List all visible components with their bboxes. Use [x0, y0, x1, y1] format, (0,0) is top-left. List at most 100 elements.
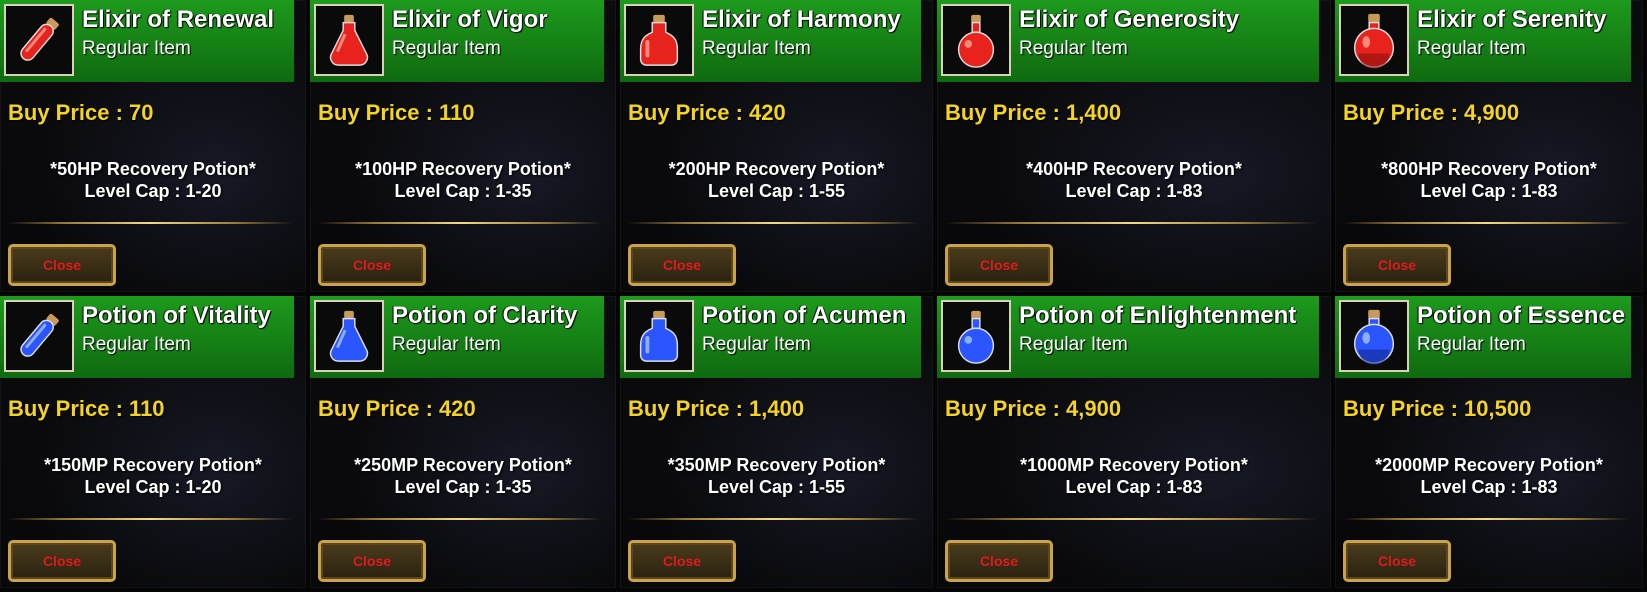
- buy-price: Buy Price : 4,900: [1343, 100, 1520, 125]
- recovery-text: *100HP Recovery Potion*: [355, 159, 571, 179]
- buy-price: Buy Price : 1,400: [945, 100, 1122, 125]
- item-type: Regular Item: [1417, 334, 1526, 355]
- item-tooltip-card: Elixir of Renewal Regular Item Buy Price…: [0, 0, 306, 292]
- item-description: *400HP Recovery Potion* Level Cap : 1-83: [937, 158, 1331, 202]
- item-description: *350MP Recovery Potion* Level Cap : 1-55: [620, 454, 933, 498]
- item-tooltip-card: Potion of Essence Regular Item Buy Price…: [1335, 296, 1643, 588]
- divider: [8, 518, 292, 520]
- item-header: Potion of Acumen Regular Item: [620, 296, 921, 378]
- divider: [628, 222, 919, 224]
- red-potion-round-icon: [941, 4, 1011, 76]
- buy-price: Buy Price : 420: [628, 100, 786, 125]
- recovery-text: *250MP Recovery Potion*: [354, 455, 572, 475]
- close-button[interactable]: Close: [945, 540, 1053, 582]
- close-button[interactable]: Close: [8, 244, 116, 286]
- level-cap-text: Level Cap : 1-55: [707, 477, 846, 497]
- item-name: Elixir of Harmony: [702, 6, 901, 33]
- item-name: Elixir of Renewal: [82, 6, 275, 33]
- divider: [318, 518, 602, 520]
- divider: [1343, 518, 1629, 520]
- blue-potion-large-icon: [1339, 300, 1409, 372]
- buy-price: Buy Price : 1,400: [628, 396, 805, 421]
- item-type: Regular Item: [82, 38, 191, 59]
- item-header: Elixir of Serenity Regular Item: [1335, 0, 1631, 82]
- item-description: *150MP Recovery Potion* Level Cap : 1-20: [0, 454, 306, 498]
- item-header: Potion of Clarity Regular Item: [310, 296, 604, 378]
- item-name: Potion of Vitality: [82, 302, 271, 329]
- item-tooltip-card: Potion of Acumen Regular Item Buy Price …: [620, 296, 933, 588]
- recovery-text: *400HP Recovery Potion*: [1026, 159, 1242, 179]
- recovery-text: *200HP Recovery Potion*: [668, 159, 885, 179]
- close-button[interactable]: Close: [318, 540, 426, 582]
- item-name: Potion of Essence: [1417, 302, 1626, 329]
- item-type: Regular Item: [82, 334, 191, 355]
- item-tooltip-card: Potion of Enlightenment Regular Item Buy…: [937, 296, 1331, 588]
- item-header: Potion of Vitality Regular Item: [0, 296, 294, 378]
- recovery-text: *150MP Recovery Potion*: [44, 455, 262, 475]
- item-header: Elixir of Vigor Regular Item: [310, 0, 604, 82]
- blue-potion-bottle-icon: [624, 300, 694, 372]
- item-tooltip-card: Elixir of Harmony Regular Item Buy Price…: [620, 0, 933, 292]
- item-tooltip-card: Potion of Clarity Regular Item Buy Price…: [310, 296, 616, 588]
- blue-potion-round-icon: [941, 300, 1011, 372]
- divider: [945, 222, 1317, 224]
- red-potion-vial-icon: [4, 4, 74, 76]
- item-type: Regular Item: [702, 334, 811, 355]
- item-tooltip-card: Elixir of Vigor Regular Item Buy Price :…: [310, 0, 616, 292]
- level-cap-text: Level Cap : 1-20: [84, 477, 222, 497]
- blue-potion-vial-icon: [4, 300, 74, 372]
- level-cap-text: Level Cap : 1-83: [1065, 477, 1203, 497]
- item-name: Elixir of Serenity: [1417, 6, 1607, 33]
- item-type: Regular Item: [1417, 38, 1526, 59]
- item-name: Elixir of Vigor: [392, 6, 548, 33]
- divider: [318, 222, 602, 224]
- red-potion-bottle-icon: [624, 4, 694, 76]
- item-header: Potion of Enlightenment Regular Item: [937, 296, 1319, 378]
- buy-price: Buy Price : 4,900: [945, 396, 1122, 421]
- item-description: *250MP Recovery Potion* Level Cap : 1-35: [310, 454, 616, 498]
- buy-price: Buy Price : 10,500: [1343, 396, 1532, 421]
- divider: [628, 518, 919, 520]
- level-cap-text: Level Cap : 1-35: [394, 181, 532, 201]
- close-button[interactable]: Close: [628, 244, 736, 286]
- blue-potion-flask-icon: [314, 300, 384, 372]
- item-header: Elixir of Harmony Regular Item: [620, 0, 921, 82]
- red-potion-large-icon: [1339, 4, 1409, 76]
- item-type: Regular Item: [702, 38, 811, 59]
- item-description: *1000MP Recovery Potion* Level Cap : 1-8…: [937, 454, 1331, 498]
- item-header: Elixir of Generosity Regular Item: [937, 0, 1319, 82]
- item-header: Potion of Essence Regular Item: [1335, 296, 1631, 378]
- recovery-text: *350MP Recovery Potion*: [667, 455, 886, 475]
- level-cap-text: Level Cap : 1-35: [394, 477, 532, 497]
- level-cap-text: Level Cap : 1-20: [84, 181, 222, 201]
- close-button[interactable]: Close: [945, 244, 1053, 286]
- level-cap-text: Level Cap : 1-83: [1420, 181, 1558, 201]
- red-potion-flask-icon: [314, 4, 384, 76]
- buy-price: Buy Price : 70: [8, 100, 154, 125]
- divider: [8, 222, 292, 224]
- item-header: Elixir of Renewal Regular Item: [0, 0, 294, 82]
- close-button[interactable]: Close: [1343, 244, 1451, 286]
- divider: [1343, 222, 1629, 224]
- item-name: Potion of Clarity: [392, 302, 578, 329]
- buy-price: Buy Price : 110: [8, 396, 165, 421]
- item-tooltip-card: Elixir of Generosity Regular Item Buy Pr…: [937, 0, 1331, 292]
- item-description: *100HP Recovery Potion* Level Cap : 1-35: [310, 158, 616, 202]
- recovery-text: *2000MP Recovery Potion*: [1375, 455, 1603, 475]
- buy-price: Buy Price : 110: [318, 100, 475, 125]
- close-button[interactable]: Close: [318, 244, 426, 286]
- buy-price: Buy Price : 420: [318, 396, 476, 421]
- level-cap-text: Level Cap : 1-55: [707, 181, 846, 201]
- item-name: Elixir of Generosity: [1019, 6, 1240, 33]
- divider: [945, 518, 1317, 520]
- item-tooltip-card: Elixir of Serenity Regular Item Buy Pric…: [1335, 0, 1643, 292]
- close-button[interactable]: Close: [628, 540, 736, 582]
- close-button[interactable]: Close: [8, 540, 116, 582]
- recovery-text: *1000MP Recovery Potion*: [1020, 455, 1248, 475]
- item-name: Potion of Enlightenment: [1019, 302, 1297, 329]
- close-button[interactable]: Close: [1343, 540, 1451, 582]
- item-type: Regular Item: [392, 38, 501, 59]
- item-description: *800HP Recovery Potion* Level Cap : 1-83: [1335, 158, 1643, 202]
- item-description: *50HP Recovery Potion* Level Cap : 1-20: [0, 158, 306, 202]
- level-cap-text: Level Cap : 1-83: [1065, 181, 1203, 201]
